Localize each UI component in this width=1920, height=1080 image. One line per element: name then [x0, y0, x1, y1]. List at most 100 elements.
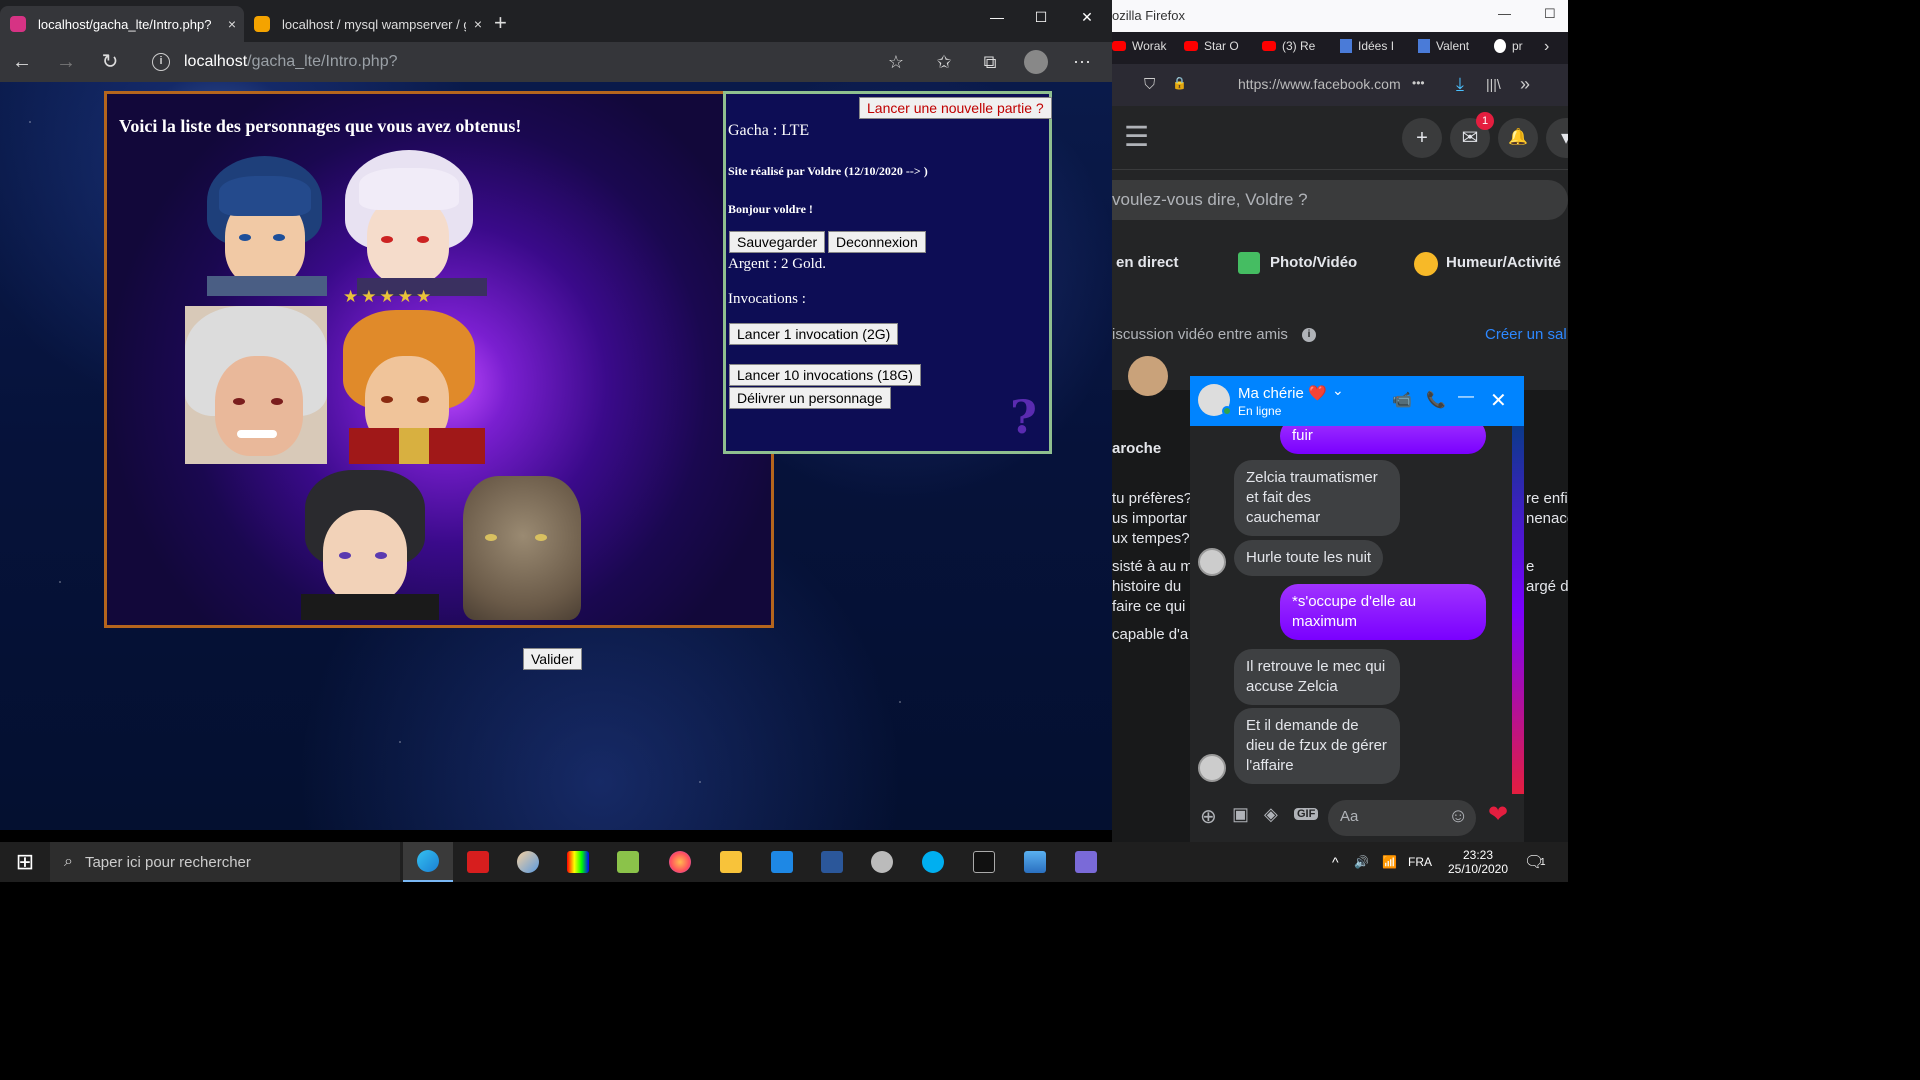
- release-character-button[interactable]: Délivrer un personnage: [729, 387, 891, 409]
- video-call-icon[interactable]: 📹: [1392, 390, 1412, 410]
- refresh-button[interactable]: ↻: [96, 48, 124, 76]
- bookmarks-more-icon[interactable]: ›: [1544, 38, 1549, 56]
- minimize-button[interactable]: —: [974, 4, 1020, 30]
- help-question-icon[interactable]: ?: [1010, 390, 1037, 444]
- new-tab-button[interactable]: +: [494, 12, 507, 34]
- feeling-button[interactable]: Humeur/Activité: [1446, 254, 1561, 271]
- firefox-maximize-button[interactable]: ☐: [1544, 6, 1556, 22]
- character-card-cat-photo[interactable]: [463, 476, 581, 620]
- search-icon: ⌕: [64, 853, 73, 870]
- tab-close-icon[interactable]: ×: [220, 16, 244, 32]
- character-card-white-hair[interactable]: [327, 150, 487, 296]
- validate-button[interactable]: Valider: [523, 648, 582, 670]
- photo-video-button[interactable]: Photo/Vidéo: [1270, 254, 1357, 271]
- profile-avatar-icon[interactable]: [1024, 50, 1048, 74]
- bookmark-idees[interactable]: Idées I: [1340, 39, 1414, 53]
- more-menu-icon[interactable]: ⋯: [1070, 50, 1094, 74]
- message-input[interactable]: Aa ☺: [1328, 800, 1476, 836]
- taskbar-terminal[interactable]: [959, 842, 1009, 882]
- menu-icon[interactable]: ☰: [1124, 120, 1149, 153]
- maximize-button[interactable]: ☐: [1018, 4, 1064, 30]
- close-window-button[interactable]: ✕: [1064, 4, 1110, 30]
- tracking-shield-icon[interactable]: ⛉: [1144, 76, 1155, 93]
- firefox-url-text[interactable]: https://www.facebook.com: [1238, 76, 1401, 92]
- voice-call-icon[interactable]: 📞: [1426, 390, 1446, 410]
- summon-10-button[interactable]: Lancer 10 invocations (18G): [729, 364, 921, 386]
- taskbar-notepad-plus[interactable]: [603, 842, 653, 882]
- taskbar-firefox[interactable]: [655, 842, 705, 882]
- tab-close-icon[interactable]: ×: [466, 16, 490, 32]
- taskbar-disc-app[interactable]: [857, 842, 907, 882]
- firefox-minimize-button[interactable]: —: [1498, 6, 1511, 21]
- back-button[interactable]: ←: [8, 48, 36, 76]
- heart-like-icon[interactable]: ❤: [1488, 800, 1508, 829]
- edge-icon: [417, 850, 439, 872]
- summon-1-button[interactable]: Lancer 1 invocation (2G): [729, 323, 899, 345]
- start-button[interactable]: ⊞: [0, 842, 50, 882]
- bookmark-star[interactable]: Star O: [1184, 39, 1258, 53]
- live-button[interactable]: en direct: [1116, 254, 1179, 271]
- tray-chevron-icon[interactable]: ^: [1332, 842, 1339, 882]
- taskbar-explorer[interactable]: [706, 842, 756, 882]
- overflow-icon[interactable]: »: [1520, 74, 1530, 95]
- emoji-icon[interactable]: ☺: [1448, 805, 1468, 828]
- character-card-blue-hair[interactable]: [197, 156, 327, 296]
- bookmark-valent[interactable]: Valent: [1418, 39, 1490, 53]
- collections-icon[interactable]: ⧉: [978, 50, 1002, 74]
- feed-author[interactable]: aroche: [1112, 440, 1161, 457]
- tab-gacha[interactable]: localhost/gacha_lte/Intro.php? ×: [0, 6, 244, 42]
- taskbar-acrobat[interactable]: [453, 842, 503, 882]
- download-icon[interactable]: ⤓: [1456, 74, 1464, 95]
- taskbar-word[interactable]: [807, 842, 857, 882]
- taskbar-photos[interactable]: [1010, 842, 1060, 882]
- bookmark-worak[interactable]: Worak: [1112, 39, 1180, 53]
- network-icon[interactable]: 📶: [1382, 842, 1397, 882]
- chevron-down-icon[interactable]: ⌄: [1332, 382, 1344, 399]
- taskbar-camera[interactable]: [1061, 842, 1111, 882]
- create-room-link[interactable]: Créer un sal: [1485, 326, 1567, 343]
- taskbar-paint[interactable]: [503, 842, 553, 882]
- create-icon[interactable]: +: [1402, 118, 1442, 158]
- bookmark-re[interactable]: (3) Re: [1262, 39, 1336, 53]
- clock[interactable]: 23:23 25/10/2020: [1446, 842, 1510, 882]
- taskbar-skype[interactable]: [908, 842, 958, 882]
- address-bar[interactable]: i localhost /gacha_lte/Intro.php?: [140, 46, 918, 78]
- image-icon[interactable]: ▣: [1232, 804, 1249, 825]
- friend-avatar[interactable]: [1128, 356, 1168, 396]
- character-card-orange-fox[interactable]: [329, 310, 485, 464]
- taskbar-vscode[interactable]: [757, 842, 807, 882]
- page-actions-icon[interactable]: •••: [1412, 76, 1425, 90]
- sticker-icon[interactable]: ◈: [1264, 804, 1278, 825]
- site-info-icon[interactable]: i: [152, 53, 170, 71]
- favorites-list-icon[interactable]: ✩: [932, 50, 956, 74]
- bookmark-pr[interactable]: pr: [1494, 39, 1538, 53]
- search-placeholder: Taper ici pour rechercher: [84, 853, 251, 871]
- logout-button[interactable]: Deconnexion: [828, 231, 926, 253]
- chat-scrollbar[interactable]: [1512, 426, 1524, 794]
- new-game-button[interactable]: Lancer une nouvelle partie ?: [859, 97, 1052, 119]
- contact-name[interactable]: Ma chérie ❤️: [1238, 384, 1327, 402]
- library-icon[interactable]: |||\: [1486, 76, 1501, 92]
- add-attachment-icon[interactable]: ⊕: [1200, 804, 1217, 829]
- notifications-icon[interactable]: 🔔: [1498, 118, 1538, 158]
- gif-icon[interactable]: GIF: [1294, 808, 1319, 820]
- feed-line: ux tempes?: [1112, 530, 1190, 547]
- post-input[interactable]: voulez-vous dire, Voldre ?: [1112, 180, 1568, 220]
- tab-phpmyadmin[interactable]: localhost / mysql wampserver / g ×: [244, 6, 490, 42]
- close-chat-icon[interactable]: ✕: [1490, 388, 1507, 413]
- taskbar-edge[interactable]: [403, 842, 453, 882]
- taskbar-search[interactable]: ⌕ Taper ici pour rechercher: [50, 842, 400, 882]
- lock-icon[interactable]: 🔒: [1172, 76, 1187, 90]
- save-button[interactable]: Sauvegarder: [729, 231, 826, 253]
- minimize-chat-icon[interactable]: —: [1458, 388, 1474, 406]
- forward-button[interactable]: →: [52, 48, 80, 76]
- favorite-star-icon[interactable]: ☆: [884, 50, 908, 74]
- taskbar-colors[interactable]: [553, 842, 603, 882]
- character-card-silver-hair[interactable]: [185, 306, 327, 464]
- rooms-info-icon[interactable]: i: [1302, 328, 1316, 342]
- language-indicator[interactable]: FRA: [1408, 842, 1432, 882]
- volume-icon[interactable]: 🔊: [1354, 842, 1369, 882]
- character-card-black-cat[interactable]: [291, 470, 439, 620]
- greeting: Bonjour voldre !: [728, 202, 813, 216]
- account-icon[interactable]: ▾: [1546, 118, 1568, 158]
